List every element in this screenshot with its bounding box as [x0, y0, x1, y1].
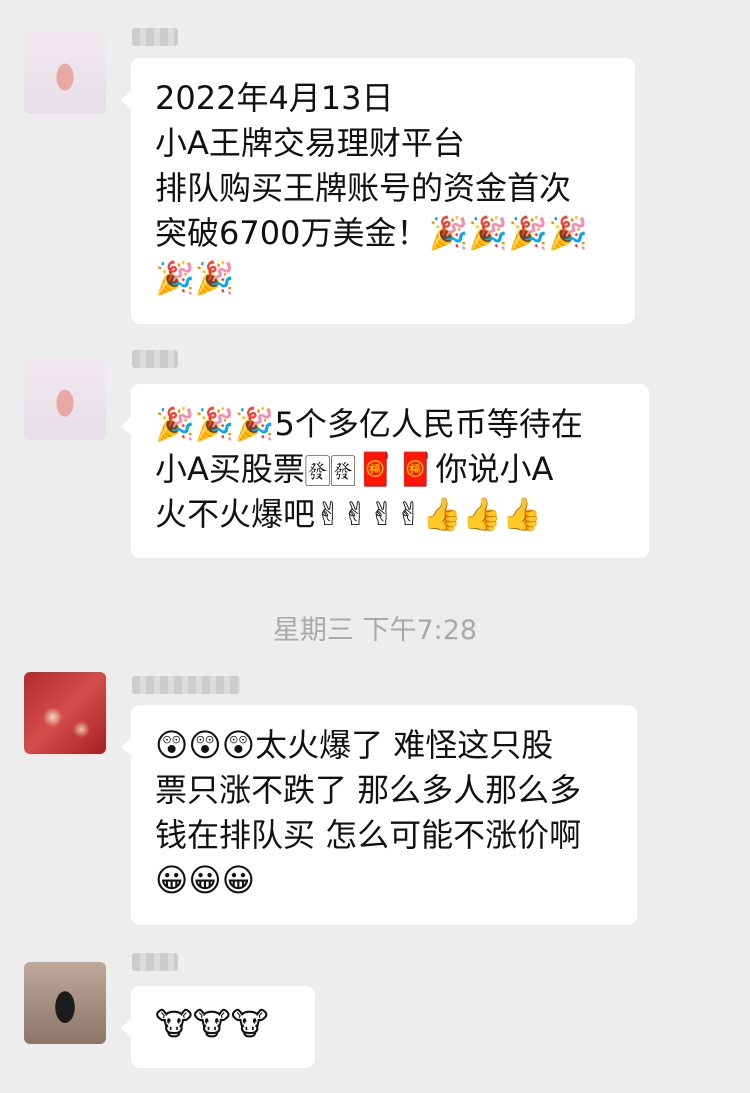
- avatar[interactable]: [24, 32, 106, 114]
- message-text: 🐮🐮🐮: [155, 1005, 269, 1043]
- message-bubble[interactable]: 🐮🐮🐮: [121, 986, 315, 1068]
- message-bubble[interactable]: 🎉🎉🎉5个多亿人民币等待在 小A买股票🀅🀅🧧🧧你说小A 火不火爆吧✌✌✌✌👍👍👍: [121, 384, 649, 558]
- avatar[interactable]: [24, 962, 106, 1044]
- avatar[interactable]: [24, 358, 106, 440]
- chat-timestamp: 星期三 下午7:28: [272, 615, 478, 646]
- message-text: 😲😲😲太火爆了 难怪这只股 票只涨不跌了 那么多人那么多 钱在排队买 怎么可能不…: [155, 726, 582, 899]
- nickname-blurred: [132, 953, 178, 971]
- nickname-blurred: [132, 28, 178, 46]
- message-text: 2022年4月13日 小A王牌交易理财平台 排队购买王牌账号的资金首次 突破67…: [155, 79, 588, 297]
- message-text: 🎉🎉🎉5个多亿人民币等待在 小A买股票🀅🀅🧧🧧你说小A 火不火爆吧✌✌✌✌👍👍👍: [155, 405, 583, 533]
- message-bubble[interactable]: 2022年4月13日 小A王牌交易理财平台 排队购买王牌账号的资金首次 突破67…: [121, 58, 635, 324]
- avatar[interactable]: [24, 672, 106, 754]
- nickname-blurred: [132, 676, 240, 694]
- message-bubble[interactable]: 😲😲😲太火爆了 难怪这只股 票只涨不跌了 那么多人那么多 钱在排队买 怎么可能不…: [121, 705, 637, 925]
- nickname-blurred: [132, 350, 178, 368]
